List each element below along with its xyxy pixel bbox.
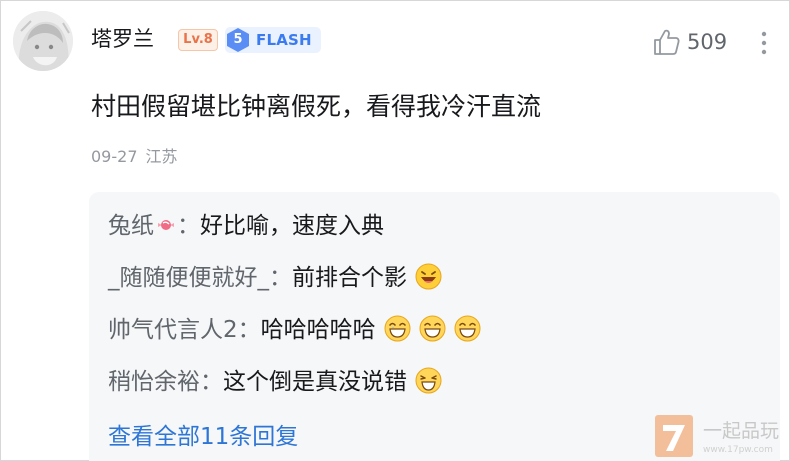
more-options-icon[interactable] [757,29,771,57]
watermark-url: www.17pw.com [703,445,773,455]
watermark-logo-icon [655,415,693,457]
reply-item[interactable]: 稍怡余裕：这个倒是真没说错 [108,362,442,402]
comment-date: 09-27 [91,147,138,166]
reply-username[interactable]: 兔纸 [108,213,154,239]
like-button[interactable]: 509 [652,27,732,57]
reply-username[interactable]: 稍怡余裕 [108,369,200,395]
comment-location: 江苏 [145,147,178,166]
reply-item[interactable]: 兔纸 ：好比喻，速度入典 [108,206,384,246]
reply-separator: ： [237,317,261,343]
reply-text: 哈哈哈哈哈 [260,317,376,343]
fan-medal-number: 5 [233,32,243,47]
laugh-emoji-icon [384,315,411,342]
like-count: 509 [687,30,728,54]
laugh-emoji-icon [419,315,446,342]
reply-item[interactable]: _随随便便就好_：前排合个影 [108,258,442,298]
reply-text: 好比喻，速度入典 [200,213,384,239]
reply-text: 这个倒是真没说错 [223,369,407,395]
comment-meta: 09-27 江苏 [91,145,178,169]
smirk-emoji-icon [415,367,442,394]
watermark: 一起品玩 www.17pw.com [653,413,789,459]
reply-item[interactable]: 帅气代言人2：哈哈哈哈哈 [108,310,481,350]
fan-medal-badge[interactable]: 5 FLASH [225,27,321,53]
reply-separator: ： [269,265,292,291]
grin-emoji-icon [415,263,442,290]
reply-username[interactable]: 帅气代言人2 [108,317,238,343]
reply-username[interactable]: _随随便便就好_ [108,265,269,291]
reply-text: 前排合个影 [292,265,407,291]
laugh-emoji-icon [454,315,481,342]
reply-separator: ： [177,213,200,239]
watermark-text: 一起品玩 [703,420,780,442]
candy-icon [158,220,174,230]
view-all-replies-link[interactable]: 查看全部11条回复 [108,420,298,454]
fan-medal-name: FLASH [256,31,312,49]
comment-username[interactable]: 塔罗兰 [91,25,154,53]
avatar[interactable] [13,11,73,71]
reply-separator: ： [200,369,223,395]
comment-frame: 塔罗兰 Lv.8 5 FLASH 509 村田假留堪比钟离假死，看得我冷汗直流 … [0,0,790,461]
level-badge: Lv.8 [178,29,218,51]
thumbs-up-icon [654,29,680,55]
comment-text: 村田假留堪比钟离假死，看得我冷汗直流 [91,92,542,121]
fan-medal-level: 5 [225,27,251,53]
